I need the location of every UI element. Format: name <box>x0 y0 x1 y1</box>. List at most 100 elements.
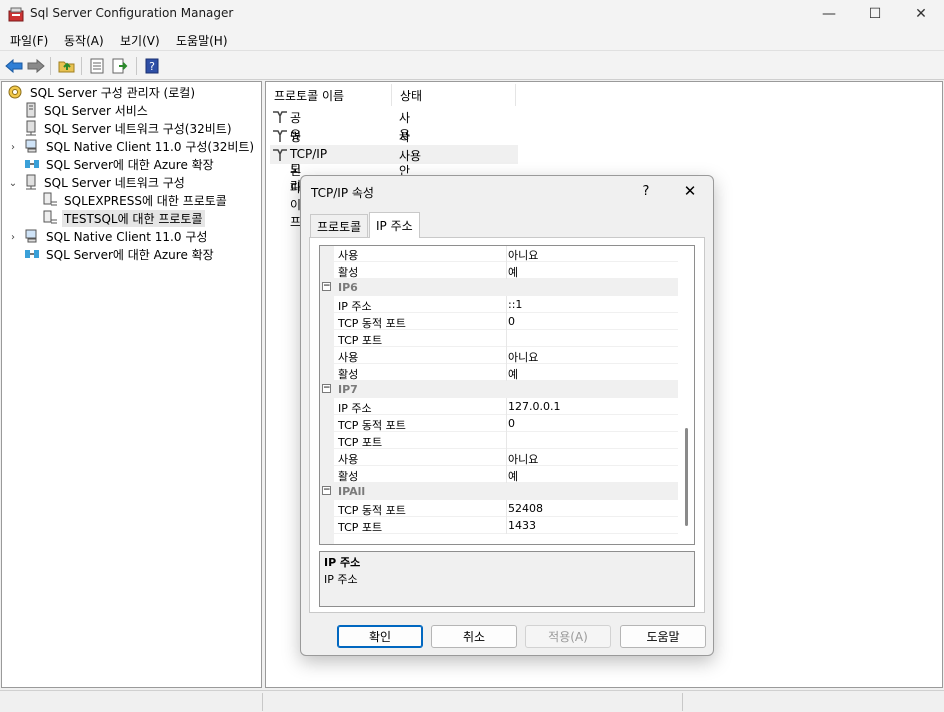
apply-button[interactable]: 적용(A) <box>525 625 611 648</box>
grid-scrollbar[interactable] <box>680 246 694 544</box>
up-one-level-button[interactable] <box>57 56 77 76</box>
sql-config-manager-icon <box>8 7 24 22</box>
menu-file[interactable]: 파일(F) <box>10 32 48 49</box>
property-row[interactable]: 사용 아니요 <box>320 246 678 262</box>
tree-pane: SQL Server 구성 관리자 (로컬) SQL Server 서비스 SQ… <box>1 81 262 688</box>
collapse-minus-icon[interactable]: − <box>322 282 331 291</box>
status-bar-cell <box>682 693 944 711</box>
tree-item-native-client[interactable]: SQL Native Client 11.0 구성 <box>24 227 209 245</box>
cancel-button[interactable]: 취소 <box>431 625 517 648</box>
property-row[interactable]: 사용 아니요 <box>320 347 678 364</box>
close-button[interactable]: ✕ <box>898 0 944 28</box>
help-toolbar-button[interactable]: ? <box>142 56 162 76</box>
grid-divider <box>506 500 507 517</box>
config-manager-root-icon <box>8 85 22 99</box>
protocol-row-tcpip[interactable]: TCP/IP 사용 <box>270 145 518 164</box>
properties-button[interactable] <box>87 56 107 76</box>
menu-bar: 파일(F) 동작(A) 보기(V) 도움말(H) <box>0 28 944 50</box>
collapse-minus-icon[interactable]: − <box>322 384 331 393</box>
server-icon <box>26 102 36 118</box>
grid-divider <box>506 246 507 262</box>
tab-protocol[interactable]: 프로토콜 <box>310 214 369 238</box>
network-config-icon <box>26 174 36 190</box>
grid-divider <box>506 262 507 279</box>
property-row[interactable]: TCP 포트 <box>320 330 678 347</box>
grid-divider <box>506 449 507 466</box>
column-header-status[interactable]: 상태 <box>392 84 516 106</box>
tree-item-network-config[interactable]: SQL Server 네트워크 구성 <box>24 173 187 191</box>
property-row[interactable]: 활성 예 <box>320 364 678 381</box>
svg-text:?: ? <box>149 60 155 73</box>
minimize-button[interactable]: — <box>806 0 852 28</box>
tree-item-azure-extension-2[interactable]: SQL Server에 대한 Azure 확장 <box>24 245 216 263</box>
ok-button[interactable]: 확인 <box>337 625 423 648</box>
toolbar: ? <box>0 50 944 80</box>
property-row[interactable]: 활성 예 <box>320 262 678 279</box>
back-arrow-icon <box>5 58 23 74</box>
protocol-icon <box>273 130 287 142</box>
export-list-button[interactable] <box>110 56 130 76</box>
expand-chevron-icon[interactable]: › <box>8 142 18 153</box>
network-config-icon <box>26 120 36 136</box>
grid-divider <box>506 432 507 449</box>
tab-content: 사용 아니요 활성 예 − IP6 IP 주소 ::1 TCP 동적 포트 0 … <box>309 237 705 613</box>
dialog-help-button[interactable]: ? <box>635 180 657 202</box>
grid-divider <box>506 415 507 432</box>
grid-divider <box>506 398 507 415</box>
minimize-icon: — <box>822 6 836 22</box>
expand-chevron-icon[interactable]: › <box>8 232 18 243</box>
dialog-close-button[interactable]: ✕ <box>679 180 701 202</box>
question-mark-icon: ? <box>642 183 650 199</box>
category-ip7[interactable]: − IP7 <box>320 381 678 398</box>
property-row[interactable]: IP 주소 ::1 <box>320 296 678 313</box>
tree-item-azure-extension-1[interactable]: SQL Server에 대한 Azure 확장 <box>24 155 216 173</box>
collapse-minus-icon[interactable]: − <box>322 486 331 495</box>
tree-item-testsql-protocols[interactable]: TESTSQL에 대한 프로토콜 <box>42 209 205 227</box>
properties-icon <box>90 58 104 74</box>
status-bar-cell <box>262 693 682 711</box>
property-row[interactable]: 활성 예 <box>320 466 678 483</box>
forward-arrow-icon <box>27 58 45 74</box>
tree-item-sqlexpress-protocols[interactable]: SQLEXPRESS에 대한 프로토콜 <box>42 191 229 209</box>
property-row[interactable]: TCP 포트 <box>320 432 678 449</box>
menu-action[interactable]: 동작(A) <box>64 32 104 49</box>
close-icon: ✕ <box>915 6 927 22</box>
tree-item-native-client-32[interactable]: SQL Native Client 11.0 구성(32비트) <box>24 137 256 155</box>
help-icon: ? <box>145 58 159 74</box>
maximize-icon: ☐ <box>868 6 882 22</box>
help-button[interactable]: 도움말 <box>620 625 706 648</box>
property-description: IP 주소 IP 주소 <box>319 551 695 607</box>
toolbar-separator <box>81 57 82 75</box>
property-row[interactable]: TCP 동적 포트 52408 <box>320 500 678 517</box>
tcpip-properties-dialog: TCP/IP 속성 ? ✕ 프로토콜 IP 주소 사용 아니요 활성 예 − I… <box>300 175 714 656</box>
toolbar-separator <box>50 57 51 75</box>
up-folder-icon <box>58 61 75 73</box>
property-row[interactable]: IP 주소 127.0.0.1 <box>320 398 678 415</box>
export-icon <box>112 58 128 74</box>
menu-help[interactable]: 도움말(H) <box>176 32 228 49</box>
tree-root[interactable]: SQL Server 구성 관리자 (로컬) <box>6 83 197 101</box>
property-row[interactable]: TCP 포트 1433 <box>320 517 678 534</box>
azure-extension-icon <box>25 160 39 168</box>
protocols-icon <box>43 192 57 206</box>
grid-divider <box>506 466 507 483</box>
category-ipall[interactable]: − IPAll <box>320 483 678 500</box>
property-row[interactable]: TCP 동적 포트 0 <box>320 415 678 432</box>
tree-item-network-config-32[interactable]: SQL Server 네트워크 구성(32비트) <box>24 119 234 137</box>
close-icon: ✕ <box>683 182 697 200</box>
azure-extension-icon <box>25 250 39 258</box>
maximize-button[interactable]: ☐ <box>852 0 898 28</box>
forward-button[interactable] <box>26 56 46 76</box>
menu-view[interactable]: 보기(V) <box>120 32 160 49</box>
property-row[interactable]: 사용 아니요 <box>320 449 678 466</box>
grid-divider <box>506 364 507 381</box>
tree-item-sql-server-services[interactable]: SQL Server 서비스 <box>24 101 150 119</box>
grid-divider <box>506 296 507 313</box>
property-row[interactable]: TCP 동적 포트 0 <box>320 313 678 330</box>
column-header-protocol-name[interactable]: 프로토콜 이름 <box>266 84 392 106</box>
back-button[interactable] <box>4 56 24 76</box>
collapse-chevron-icon[interactable]: ⌄ <box>8 178 18 189</box>
category-ip6[interactable]: − IP6 <box>320 279 678 296</box>
scrollbar-thumb[interactable] <box>685 428 688 526</box>
tab-ip-addresses[interactable]: IP 주소 <box>369 212 420 238</box>
